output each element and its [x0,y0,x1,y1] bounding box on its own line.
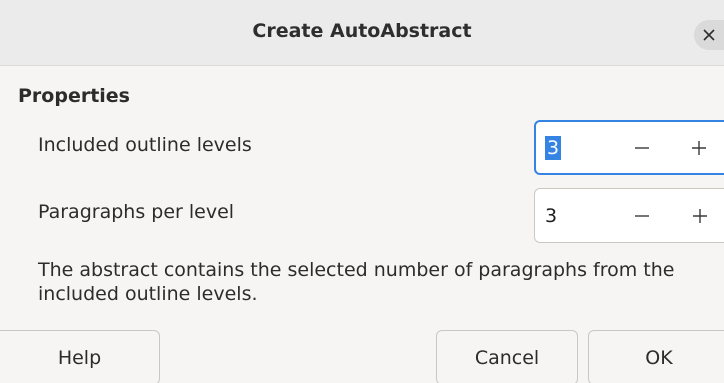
outline-levels-increment-button[interactable] [671,122,724,173]
properties-heading: Properties [18,85,130,107]
help-button[interactable]: Help [0,330,160,383]
outline-levels-input[interactable]: 3 [536,122,613,173]
outline-levels-value: 3 [545,135,562,160]
dialog-title: Create AutoAbstract [252,20,472,42]
close-icon [703,29,715,41]
paragraphs-per-level-label: Paragraphs per level [38,201,235,223]
title-bar: Create AutoAbstract [0,0,724,66]
minus-icon [633,207,651,225]
description-text: The abstract contains the selected numbe… [38,259,675,305]
plus-icon [691,207,709,225]
minus-icon [633,139,651,157]
paragraphs-increment-button[interactable] [671,189,724,242]
outline-levels-spinbox[interactable]: 3 [534,120,724,175]
paragraphs-decrement-button[interactable] [613,189,671,242]
outline-levels-label: Included outline levels [38,134,252,156]
cancel-button[interactable]: Cancel [436,330,578,383]
plus-icon [690,139,708,157]
ok-button[interactable]: OK [588,330,724,383]
paragraphs-per-level-spinbox[interactable]: 3 [534,188,724,243]
paragraphs-per-level-value: 3 [545,204,558,227]
paragraphs-per-level-input[interactable]: 3 [535,189,613,242]
close-button[interactable] [694,20,724,50]
create-autoabstract-dialog: Create AutoAbstract Properties Included … [0,0,724,383]
outline-levels-decrement-button[interactable] [613,122,670,173]
